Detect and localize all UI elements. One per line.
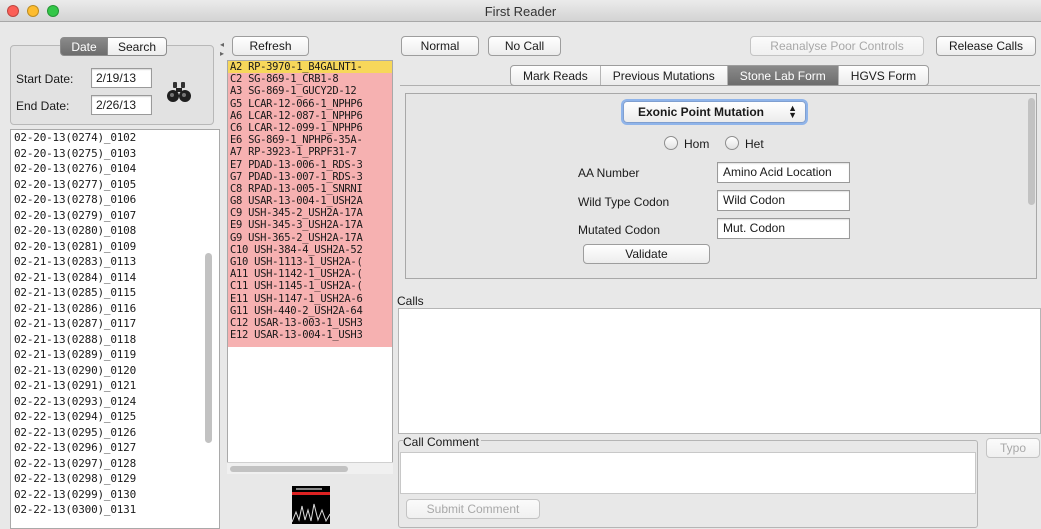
aa-number-label: AA Number bbox=[578, 166, 640, 180]
run-list-item[interactable]: 02-21-13(0286)_0116 bbox=[11, 301, 219, 317]
tab-stone-lab-form[interactable]: Stone Lab Form bbox=[727, 66, 839, 85]
run-list-scrollbar[interactable] bbox=[205, 253, 212, 443]
run-list-item[interactable]: 02-20-13(0281)_0109 bbox=[11, 239, 219, 255]
normal-button[interactable]: Normal bbox=[401, 36, 479, 56]
well-list-item[interactable]: A7 RP-3923-1_PRPF31-7 bbox=[228, 146, 392, 159]
calls-list[interactable] bbox=[398, 308, 1041, 434]
validate-button[interactable]: Validate bbox=[583, 244, 710, 264]
run-list-item[interactable]: 02-20-13(0275)_0103 bbox=[11, 146, 219, 162]
call-comment-label: Call Comment bbox=[403, 435, 482, 449]
binoculars-icon[interactable] bbox=[166, 80, 192, 104]
release-calls-button[interactable]: Release Calls bbox=[936, 36, 1036, 56]
well-list-item[interactable]: A6 LCAR-12-087-1_NPHP6 bbox=[228, 109, 392, 122]
well-list-item[interactable]: G5 LCAR-12-066-1_NPHP6 bbox=[228, 97, 392, 110]
well-list-padding bbox=[228, 341, 392, 348]
well-list-item[interactable]: C12 USAR-13-003-1_USH3 bbox=[228, 316, 392, 330]
end-date-label: End Date: bbox=[16, 99, 70, 113]
well-list-item[interactable]: G11 USH-440-2_USH2A-64 bbox=[228, 304, 392, 317]
run-list-item[interactable]: 02-22-13(0298)_0129 bbox=[11, 471, 219, 487]
well-list-item[interactable]: G7 PDAD-13-007-1_RDS-3 bbox=[228, 170, 392, 183]
splitter-arrows[interactable]: ◂ ▸ bbox=[220, 40, 224, 58]
run-list-item[interactable]: 02-22-13(0297)_0128 bbox=[11, 456, 219, 472]
well-list-item[interactable]: E11 USH-1147-1_USH2A-6 bbox=[228, 292, 392, 305]
well-list-item[interactable]: C11 USH-1145-1_USH2A-( bbox=[228, 280, 392, 293]
mutation-type-select[interactable]: Exonic Point Mutation ▲ ▼ bbox=[623, 101, 806, 123]
well-list-item[interactable]: E9 USH-345-3_USH2A-17A bbox=[228, 219, 392, 232]
form-scrollbar[interactable] bbox=[1028, 98, 1035, 205]
well-list-item[interactable]: C9 USH-345-2_USH2A-17A bbox=[228, 207, 392, 220]
run-list-item[interactable]: 02-20-13(0280)_0108 bbox=[11, 223, 219, 239]
tab-hgvs-form[interactable]: HGVS Form bbox=[839, 66, 928, 85]
run-list-item[interactable]: 02-21-13(0284)_0114 bbox=[11, 270, 219, 286]
het-radio[interactable] bbox=[725, 136, 739, 150]
het-label: Het bbox=[745, 137, 764, 151]
run-list-item[interactable]: 02-22-13(0293)_0124 bbox=[11, 394, 219, 410]
run-list-item[interactable]: 02-22-13(0300)_0131 bbox=[11, 502, 219, 518]
well-list-item[interactable]: E12 USAR-13-004-1_USH3 bbox=[228, 329, 392, 342]
wild-type-codon-field[interactable]: Wild Codon bbox=[717, 190, 850, 211]
well-list-item-selected[interactable]: A2 RP-3970-1_B4GALNT1- bbox=[228, 61, 392, 74]
well-list-item[interactable]: A3 SG-869-1_GUCY2D-12 bbox=[228, 85, 392, 98]
run-list-item[interactable]: 02-21-13(0285)_0115 bbox=[11, 285, 219, 301]
run-list-item[interactable]: 02-20-13(0276)_0104 bbox=[11, 161, 219, 177]
run-list-item[interactable]: 02-20-13(0278)_0106 bbox=[11, 192, 219, 208]
calls-label: Calls bbox=[397, 294, 424, 308]
wild-type-codon-label: Wild Type Codon bbox=[578, 195, 670, 209]
mutated-codon-label: Mutated Codon bbox=[578, 223, 661, 237]
well-list-item[interactable]: G9 USH-365-2_USH2A-17A bbox=[228, 231, 392, 244]
mutation-type-value: Exonic Point Mutation bbox=[638, 105, 764, 119]
start-date-label: Start Date: bbox=[16, 72, 74, 86]
well-list-item[interactable]: G10 USH-1113-1_USH2A-( bbox=[228, 256, 392, 269]
select-arrows-icon: ▲ ▼ bbox=[788, 103, 797, 120]
run-list-item[interactable]: 02-21-13(0290)_0120 bbox=[11, 363, 219, 379]
well-list-hscrollbar[interactable] bbox=[230, 466, 348, 472]
mutated-codon-field[interactable]: Mut. Codon bbox=[717, 218, 850, 239]
form-tabs: Mark Reads Previous Mutations Stone Lab … bbox=[510, 65, 930, 86]
submit-comment-button[interactable]: Submit Comment bbox=[406, 499, 540, 519]
run-list-item[interactable]: 02-21-13(0288)_0118 bbox=[11, 332, 219, 348]
run-list-item[interactable]: 02-21-13(0291)_0121 bbox=[11, 378, 219, 394]
run-list[interactable]: 02-20-13(0274)_0102 02-20-13(0275)_0103 02… bbox=[10, 129, 220, 529]
well-list-item[interactable]: G8 USAR-13-004-1_USH2A bbox=[228, 195, 392, 208]
aa-number-field[interactable]: Amino Acid Location bbox=[717, 162, 850, 183]
call-comment-textarea[interactable] bbox=[400, 452, 976, 494]
well-list-item[interactable]: C10 USH-384-4_USH2A-52 bbox=[228, 243, 392, 256]
tab-mark-reads[interactable]: Mark Reads bbox=[511, 66, 601, 85]
no-call-button[interactable]: No Call bbox=[488, 36, 561, 56]
run-list-item[interactable]: 02-21-13(0283)_0113 bbox=[11, 254, 219, 270]
run-list-item[interactable]: 02-22-13(0296)_0127 bbox=[11, 440, 219, 456]
window-title: First Reader bbox=[484, 4, 557, 19]
run-list-item[interactable]: 02-21-13(0289)_0119 bbox=[11, 347, 219, 363]
run-list-item[interactable]: 02-21-13(0287)_0117 bbox=[11, 316, 219, 332]
well-list-item[interactable]: C8 RPAD-13-005-1_SNRNI bbox=[228, 182, 392, 196]
end-date-field[interactable]: 2/26/13 bbox=[91, 95, 152, 115]
typo-button[interactable]: Typo bbox=[986, 438, 1040, 458]
hom-label: Hom bbox=[684, 137, 710, 151]
refresh-button[interactable]: Refresh bbox=[232, 36, 309, 56]
trace-thumbnail[interactable] bbox=[291, 486, 331, 524]
tab-search[interactable]: Search bbox=[107, 37, 167, 56]
well-list-item[interactable]: A11 USH-1142-1_USH2A-( bbox=[228, 268, 392, 281]
start-date-field[interactable]: 2/19/13 bbox=[91, 68, 152, 88]
run-list-item[interactable]: 02-20-13(0274)_0102 bbox=[11, 130, 219, 146]
run-list-item[interactable]: 02-20-13(0277)_0105 bbox=[11, 177, 219, 193]
tab-previous-mutations[interactable]: Previous Mutations bbox=[601, 66, 728, 85]
well-list-item[interactable]: E6 SG-869-1_NPHP6-35A- bbox=[228, 134, 392, 147]
run-list-item[interactable]: 02-22-13(0294)_0125 bbox=[11, 409, 219, 425]
run-list-item[interactable]: 02-22-13(0299)_0130 bbox=[11, 487, 219, 503]
reanalyse-poor-controls-button[interactable]: Reanalyse Poor Controls bbox=[750, 36, 924, 56]
well-list-item[interactable]: C6 LCAR-12-099-1_NPHP6 bbox=[228, 121, 392, 135]
well-list-item[interactable]: C2 SG-869-1_CRB1-8 bbox=[228, 73, 392, 86]
run-list-item[interactable]: 02-20-13(0279)_0107 bbox=[11, 208, 219, 224]
well-list[interactable]: A2 RP-3970-1_B4GALNT1- C2 SG-869-1_CRB1-8… bbox=[227, 60, 393, 468]
well-list-item[interactable]: E7 PDAD-13-006-1_RDS-3 bbox=[228, 158, 392, 171]
run-list-item[interactable]: 02-22-13(0295)_0126 bbox=[11, 425, 219, 441]
tab-date[interactable]: Date bbox=[60, 37, 108, 56]
hom-radio[interactable] bbox=[664, 136, 678, 150]
